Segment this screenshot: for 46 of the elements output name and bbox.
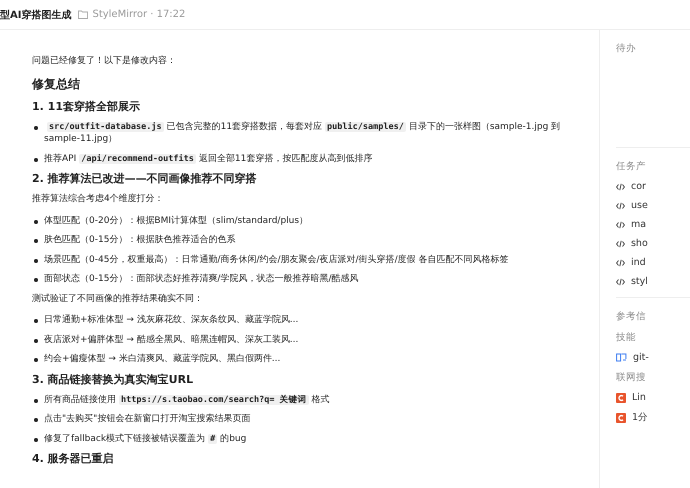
search-result-link[interactable]: Lin [632,392,646,403]
section-title: 参考信 [616,310,647,323]
paragraph: 测试验证了不同画像的推荐结果确实不同： [32,292,204,305]
code-icon [616,220,625,228]
book-icon [616,353,627,362]
file-link[interactable]: cor [630,181,646,192]
file-link[interactable]: ind [630,257,646,268]
heading: 3. 商品链接替换为真实淘宝URL [32,372,194,386]
code-icon [616,258,625,266]
site-icon [616,392,626,402]
project-label: StyleMirror · 17:22 [92,9,186,20]
bullet-item: 场景匹配（0-45分，权重最高）：日常通勤/商务休闲/约会/朋友聚会/夜店派对/街头穿搭/度假 各自匹配不同风格标签 [32,254,574,266]
section-title: 待办 [616,42,637,55]
file-link[interactable]: styl [630,276,648,287]
code-icon [616,278,625,286]
skill-link[interactable]: git- [632,352,649,363]
folder-icon [78,10,88,19]
bullet-item: 推荐API /api/recommend-outfits 返回全部11套穿搭，按匹配度从高到低排序 [32,152,574,165]
heading: 修复总结 [32,76,81,90]
bullet-item: 点击"去购买"按钮会在新窗口打开淘宝搜索结果页面 [32,413,574,426]
search-result-link[interactable]: 1分 [632,411,648,424]
bullet-item: 所有商品链接使用 https://s.taobao.com/search?q= 关键词 格式 [32,394,574,406]
file-link[interactable]: use [630,200,648,211]
heading: 1. 11套穿搭全部展示 [32,100,141,114]
code-icon [616,240,625,248]
heading: 2. 推荐算法已改进——不同画像推荐不同穿搭 [32,172,258,186]
paragraph: 问题已经修复了！以下是修改内容： [32,55,177,68]
bullet-item: 修复了fallback模式下链接被错误覆盖为 # 的bug [32,432,574,445]
subsection-title: 技能 [616,331,637,344]
bullet-item: 日常通勤+标准体型 → 浅灰麻花纹、深灰条纹风、藏蓝学院风... [32,314,574,326]
code-icon [616,202,625,210]
file-link[interactable]: sho [630,238,648,249]
bullet-item: 面部状态（0-15分）：面部状态好推荐清爽/学院风，状态一般推荐暗黑/酷感风 [32,273,574,286]
bullet-item: src/outfit-database.js 已包含完整的11套穿搭数据，每套对应 public/samples/ 目录下的一张样图（sample-1.jpg 到 sample-11.jpg） [32,120,574,146]
code-icon [616,182,625,190]
bullet-item: 夜店派对+偏胖体型 → 酷感全黑风、暗黑连帽风、深灰工装风... [32,334,574,346]
subsection-title: 联网搜 [616,371,647,384]
bullet-item: 肤色匹配（0-15分）：根据肤色推荐适合的色系 [32,234,574,246]
bullet-item: 约会+偏瘦体型 → 米白清爽风、藏蓝学院风、黑白假两件... [32,353,574,366]
section-title: 任务产 [616,160,647,173]
paragraph: 推荐算法综合考虑4个维度打分： [32,193,165,206]
chat-title: 型AI穿搭图生成 [0,8,72,22]
bullet-item: 体型匹配（0-20分）：根据BMI计算体型（slim/standard/plus） [32,214,574,227]
heading: 4. 服务器已重启 [32,452,115,466]
file-link[interactable]: ma [630,219,646,230]
site-icon [616,412,626,422]
